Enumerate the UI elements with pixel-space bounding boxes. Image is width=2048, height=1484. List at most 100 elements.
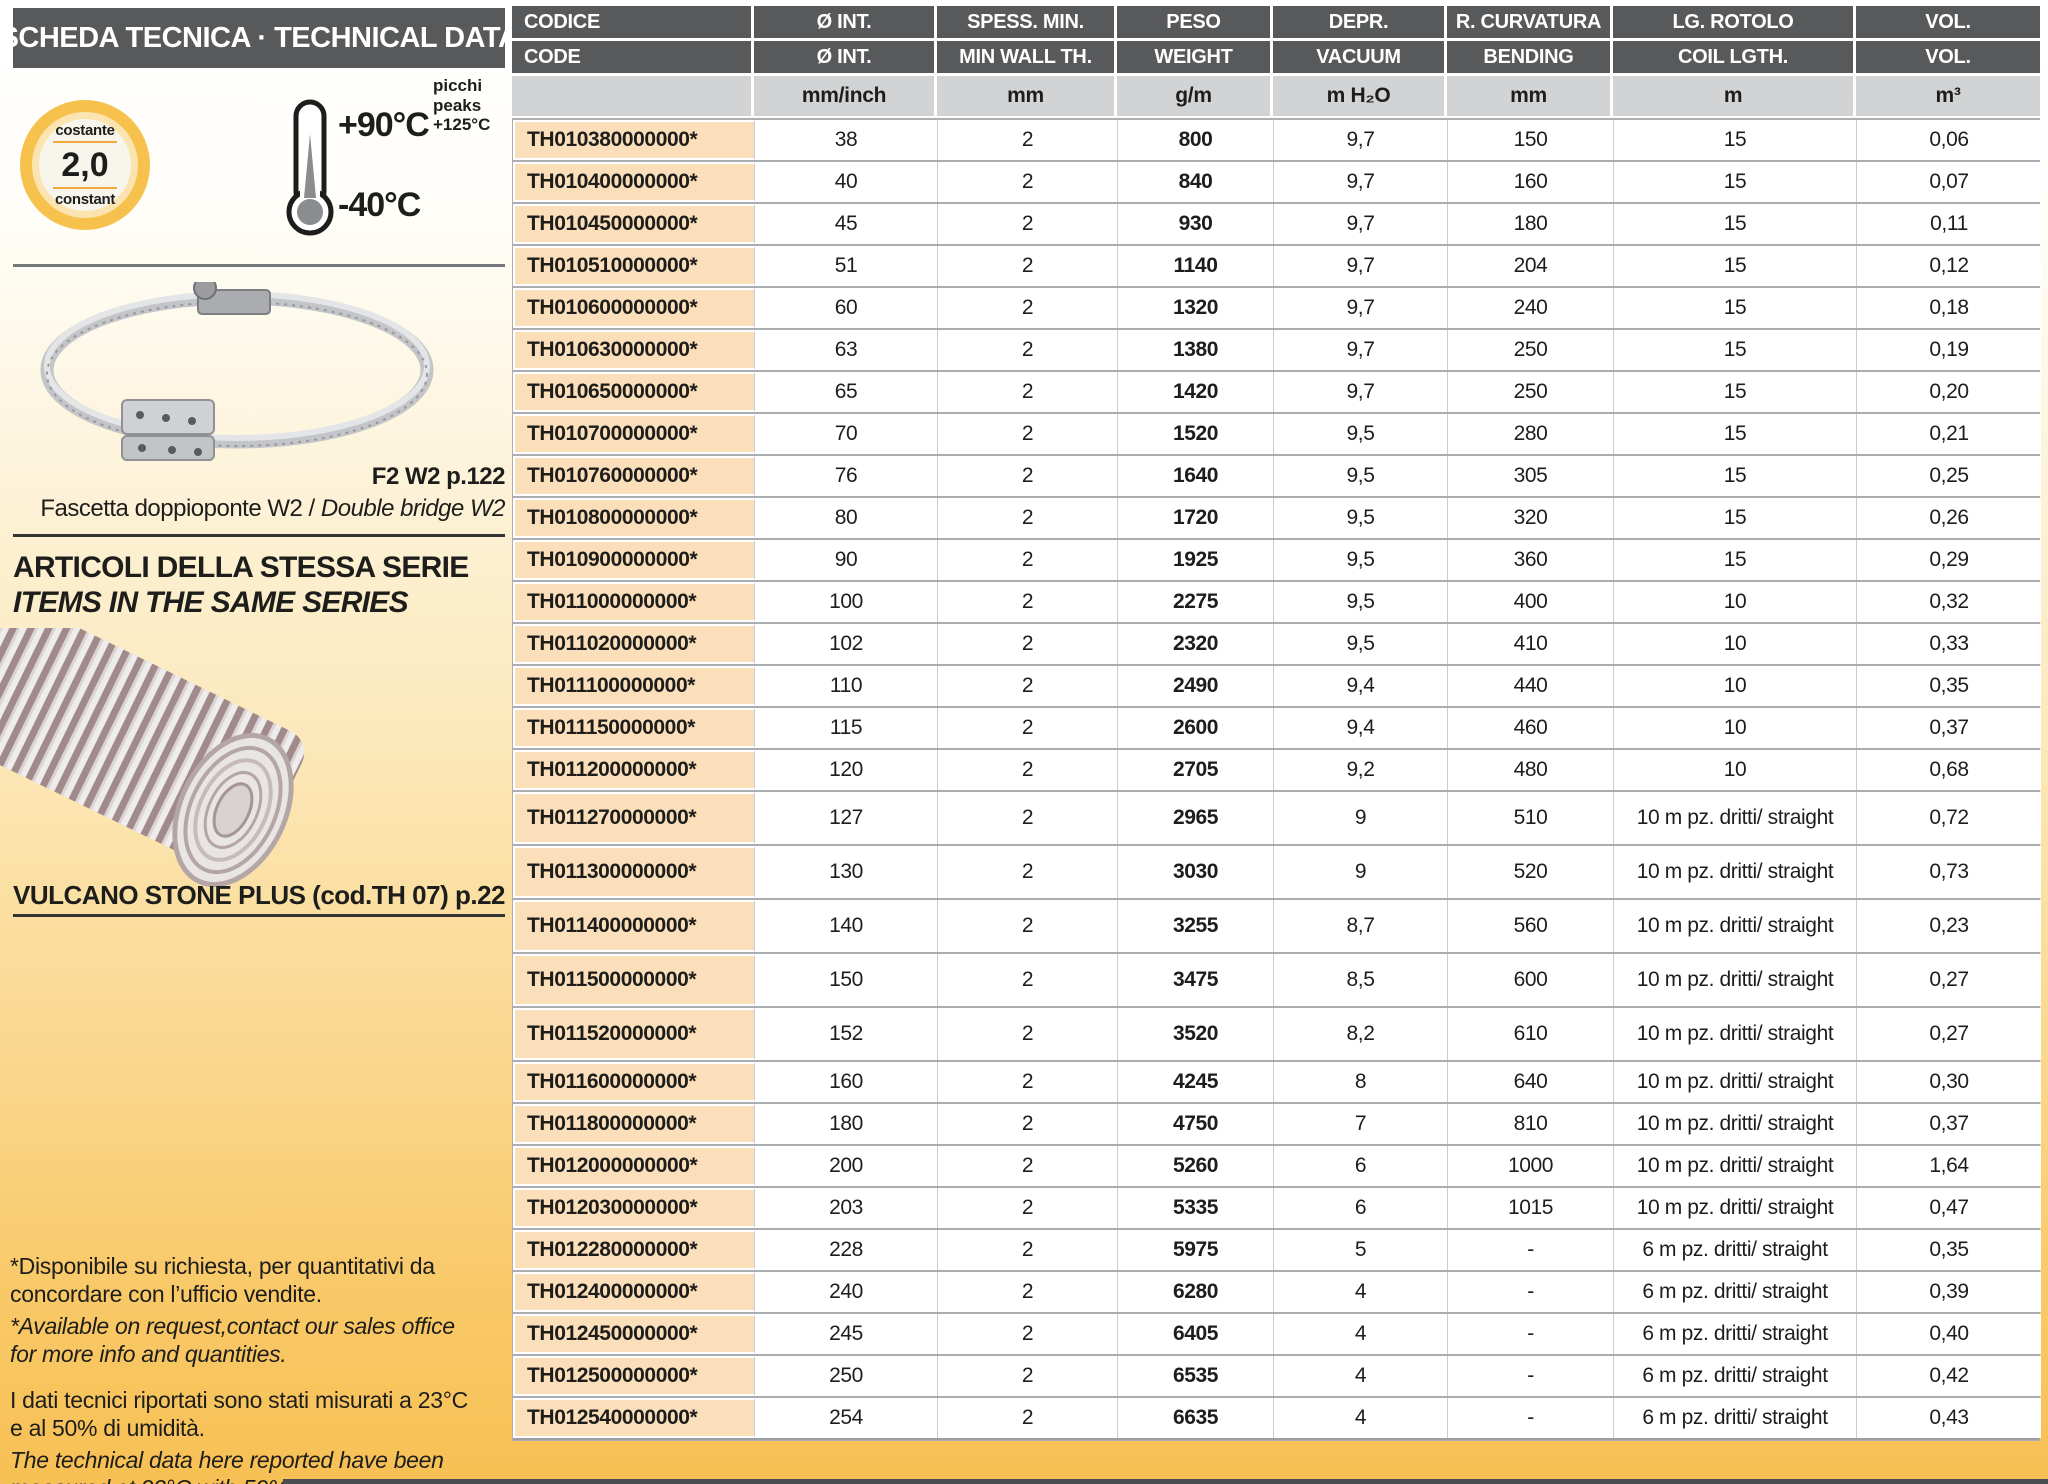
table-row: TH010630000000*63213809,7250150,19: [513, 330, 2039, 372]
value-cell: 10 m pz. dritti/ straight: [1614, 1188, 1857, 1228]
value-cell: 460: [1448, 708, 1614, 748]
value-cell: 160: [755, 1062, 938, 1102]
same-series-title-en: ITEMS IN THE SAME SERIES: [13, 586, 408, 620]
value-cell: 6 m pz. dritti/ straight: [1614, 1314, 1857, 1354]
value-cell: 90: [755, 540, 938, 580]
table-row: TH011200000000*120227059,2480100,68: [513, 750, 2039, 792]
value-cell: 8,2: [1274, 1008, 1448, 1060]
value-cell: 0,39: [1857, 1272, 2041, 1312]
value-cell: 0,06: [1857, 120, 2041, 160]
value-cell: -: [1448, 1314, 1614, 1354]
header-cell: VACUUM: [1273, 41, 1444, 73]
table-row: TH010800000000*80217209,5320150,26: [513, 498, 2039, 540]
value-cell: 2: [938, 900, 1118, 952]
value-cell: -: [1448, 1356, 1614, 1396]
value-cell: 8: [1274, 1062, 1448, 1102]
unit-cell: m³: [1856, 76, 2040, 116]
value-cell: 2: [938, 372, 1118, 412]
unit-cell: mm: [937, 76, 1114, 116]
value-cell: 2: [938, 204, 1118, 244]
value-cell: 140: [755, 900, 938, 952]
value-cell: 2: [938, 1104, 1118, 1144]
unit-cell: m H₂O: [1273, 76, 1444, 116]
value-cell: 204: [1448, 246, 1614, 286]
value-cell: 0,32: [1857, 582, 2041, 622]
code-cell: TH010450000000*: [513, 204, 755, 244]
value-cell: 15: [1614, 540, 1857, 580]
hose-clamp-image: [22, 282, 452, 462]
value-cell: 6: [1274, 1146, 1448, 1186]
value-cell: 2: [938, 1008, 1118, 1060]
value-cell: 2705: [1118, 750, 1274, 790]
page-title: SCHEDA TECNICA · TECHNICAL DATA: [13, 8, 505, 68]
value-cell: 2: [938, 666, 1118, 706]
value-cell: 250: [1448, 372, 1614, 412]
code-cell: TH011300000000*: [513, 846, 755, 898]
value-cell: 76: [755, 456, 938, 496]
value-cell: 2: [938, 288, 1118, 328]
value-cell: 440: [1448, 666, 1614, 706]
value-cell: 9: [1274, 792, 1448, 844]
value-cell: 8,7: [1274, 900, 1448, 952]
value-cell: 3255: [1118, 900, 1274, 952]
value-cell: 6 m pz. dritti/ straight: [1614, 1230, 1857, 1270]
value-cell: 10: [1614, 582, 1857, 622]
value-cell: 9,7: [1274, 288, 1448, 328]
value-cell: 9,5: [1274, 582, 1448, 622]
badge-inner-ring: costante 2,0 constant: [32, 112, 138, 218]
value-cell: 2: [938, 1062, 1118, 1102]
value-cell: 4: [1274, 1314, 1448, 1354]
value-cell: -: [1448, 1398, 1614, 1438]
code-cell: TH010600000000*: [513, 288, 755, 328]
table-row: TH010600000000*60213209,7240150,18: [513, 288, 2039, 330]
value-cell: 10: [1614, 708, 1857, 748]
clamp-reference: F2 W2 p.122: [13, 463, 505, 491]
value-cell: 2: [938, 1398, 1118, 1438]
value-cell: 6405: [1118, 1314, 1274, 1354]
value-cell: 1925: [1118, 540, 1274, 580]
footnote-measured-it: I dati tecnici riportati sono stati misu…: [10, 1386, 500, 1442]
value-cell: 800: [1118, 120, 1274, 160]
value-cell: 0,27: [1857, 954, 2041, 1006]
temperature-peaks-label: picchi peaks +125°C: [433, 76, 490, 135]
value-cell: 1720: [1118, 498, 1274, 538]
value-cell: 115: [755, 708, 938, 748]
value-cell: 65: [755, 372, 938, 412]
value-cell: 38: [755, 120, 938, 160]
table-row: TH011100000000*110224909,4440100,35: [513, 666, 2039, 708]
value-cell: 180: [755, 1104, 938, 1144]
code-cell: TH011000000000*: [513, 582, 755, 622]
value-cell: 203: [755, 1188, 938, 1228]
value-cell: 15: [1614, 246, 1857, 286]
value-cell: 5260: [1118, 1146, 1274, 1186]
value-cell: 0,18: [1857, 288, 2041, 328]
value-cell: 9,5: [1274, 414, 1448, 454]
hose-product-image: [0, 628, 330, 888]
table-row: TH010700000000*70215209,5280150,21: [513, 414, 2039, 456]
value-cell: 80: [755, 498, 938, 538]
value-cell: 3030: [1118, 846, 1274, 898]
divider: [13, 534, 505, 537]
value-cell: 3520: [1118, 1008, 1274, 1060]
table-row: TH011300000000*13023030952010 m pz. drit…: [513, 846, 2039, 900]
footnote-available-en: *Available on request,contact our sales …: [10, 1312, 500, 1368]
table-header-row-it: CODICEØ INT.SPESS. MIN.PESODEPR.R. CURVA…: [512, 6, 2040, 38]
table-row: TH011600000000*16024245864010 m pz. drit…: [513, 1062, 2039, 1104]
badge-divider: [53, 141, 117, 143]
header-cell: BENDING: [1447, 41, 1610, 73]
technical-data-table: CODICEØ INT.SPESS. MIN.PESODEPR.R. CURVA…: [512, 6, 2040, 1441]
value-cell: 180: [1448, 204, 1614, 244]
header-cell: VOL.: [1856, 41, 2040, 73]
value-cell: 130: [755, 846, 938, 898]
header-cell: COIL LGTH.: [1613, 41, 1853, 73]
code-cell: TH012540000000*: [513, 1398, 755, 1438]
header-cell: MIN WALL TH.: [937, 41, 1114, 73]
value-cell: 2320: [1118, 624, 1274, 664]
value-cell: 51: [755, 246, 938, 286]
value-cell: 0,07: [1857, 162, 2041, 202]
value-cell: -: [1448, 1272, 1614, 1312]
table-row: TH011400000000*140232558,756010 m pz. dr…: [513, 900, 2039, 954]
code-cell: TH011100000000*: [513, 666, 755, 706]
value-cell: 2: [938, 750, 1118, 790]
badge-divider: [53, 187, 117, 189]
